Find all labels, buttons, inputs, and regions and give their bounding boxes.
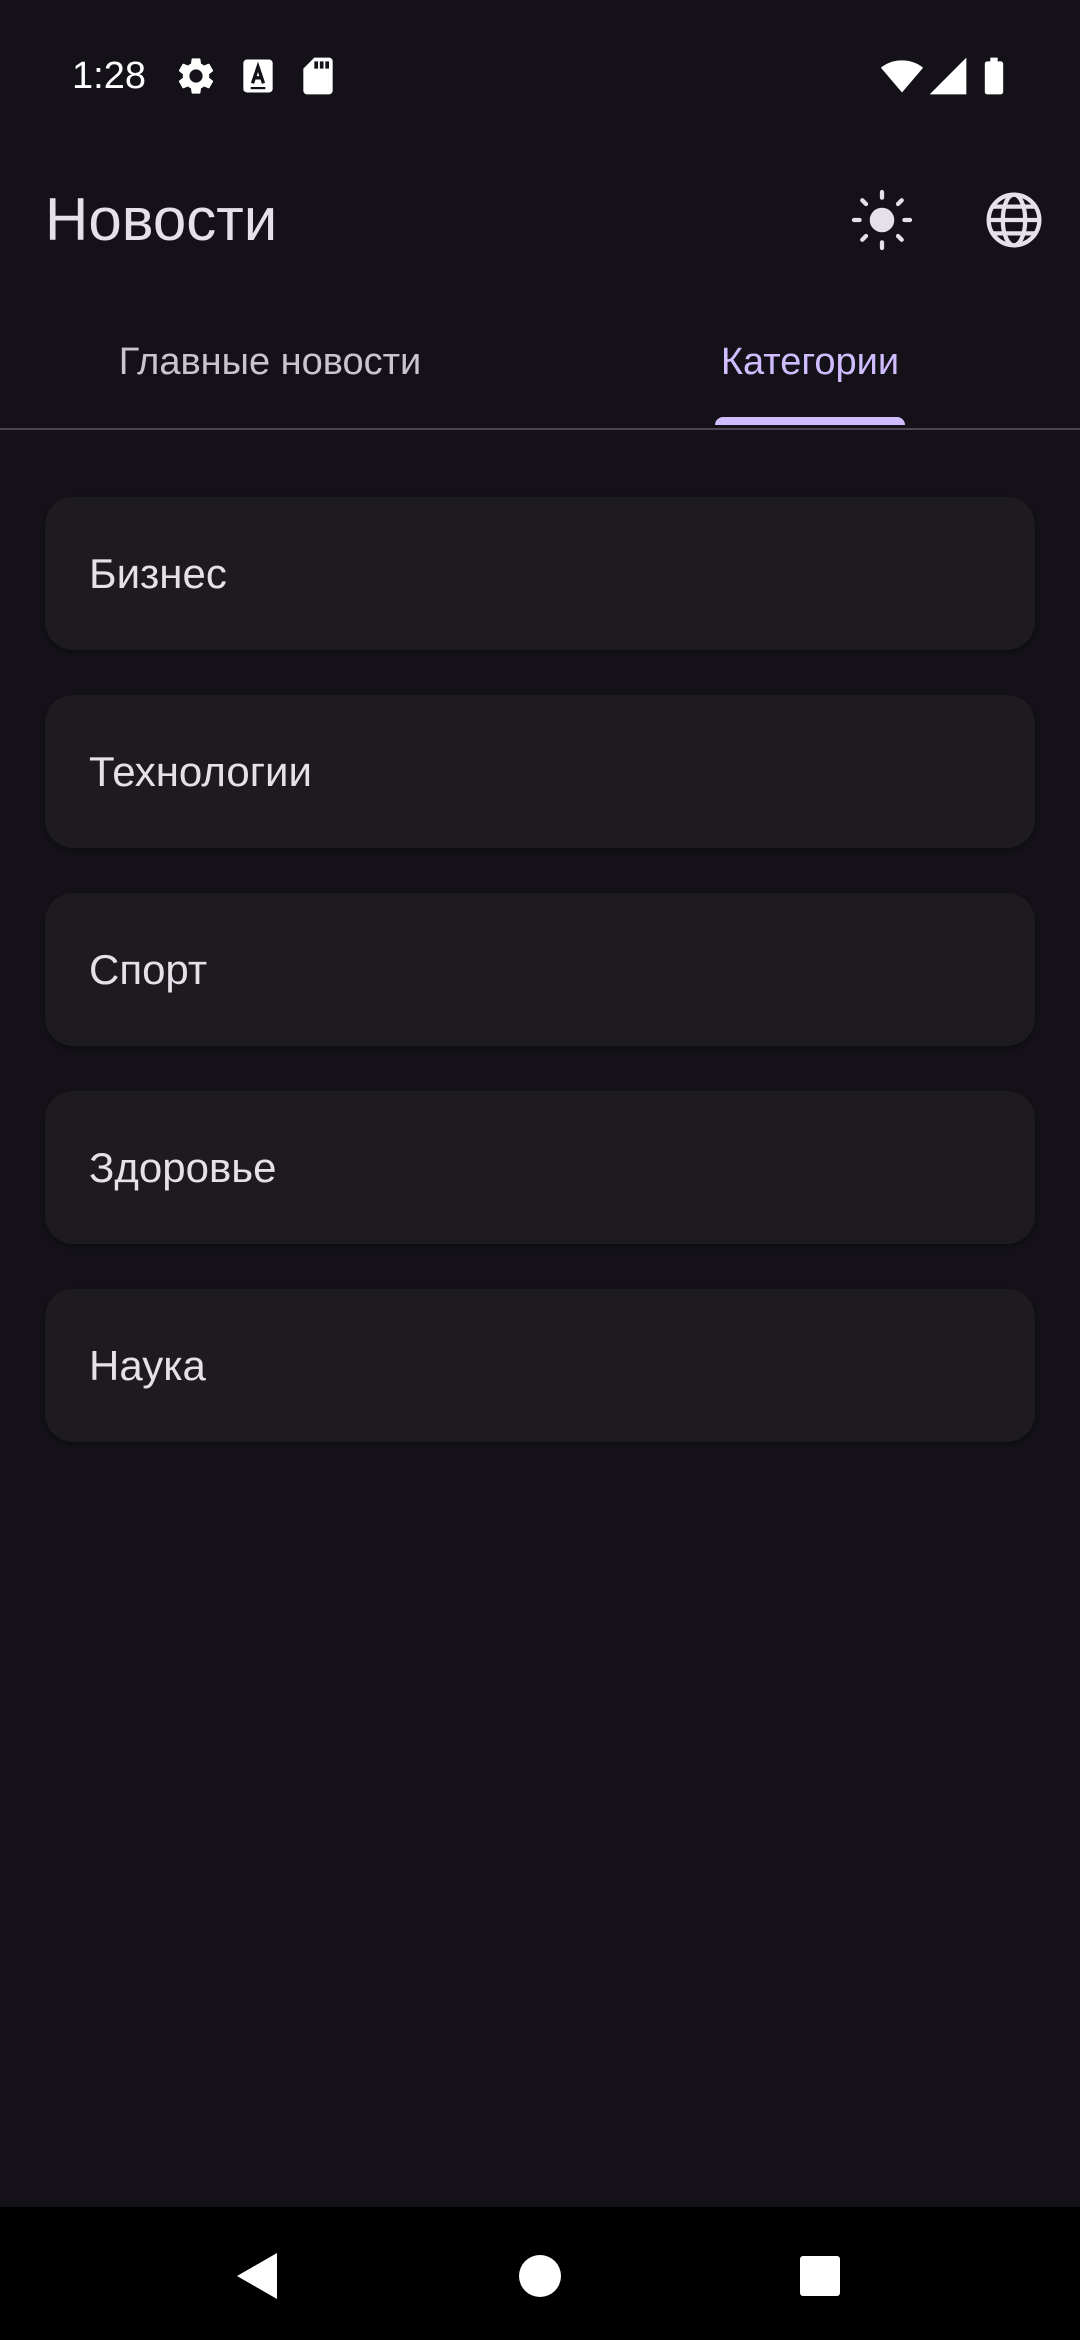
tab-bar: Главные новости Категории	[0, 300, 1080, 430]
sun-icon	[850, 188, 914, 252]
divider	[0, 428, 1080, 430]
tab-top-news[interactable]: Главные новости	[0, 300, 540, 425]
tab-label: Категории	[720, 341, 900, 383]
screen: 1:28 Новости Главные новости Категории Б…	[0, 0, 1080, 2340]
category-label: Спорт	[89, 945, 208, 993]
globe-icon	[982, 188, 1046, 252]
category-label: Наука	[89, 1341, 206, 1389]
category-list: Бизнес Технологии Спорт Здоровье Наука	[45, 497, 1035, 1487]
back-triangle-icon	[233, 2251, 281, 2301]
system-nav-bar	[0, 2207, 1080, 2340]
status-bar: 1:28	[0, 0, 1080, 150]
battery-icon	[972, 54, 1016, 98]
home-button[interactable]	[495, 2231, 585, 2321]
page-title: Новости	[45, 186, 278, 253]
recents-square-icon	[799, 2255, 841, 2297]
category-item-health[interactable]: Здоровье	[45, 1091, 1035, 1244]
category-label: Технологии	[89, 747, 312, 795]
category-item-science[interactable]: Наука	[45, 1289, 1035, 1442]
wifi-icon	[880, 54, 924, 98]
category-item-business[interactable]: Бизнес	[45, 497, 1035, 650]
category-label: Бизнес	[89, 549, 227, 597]
recents-button[interactable]	[775, 2231, 865, 2321]
signal-icon	[926, 54, 970, 98]
status-time: 1:28	[72, 55, 146, 97]
back-button[interactable]	[212, 2231, 302, 2321]
font-a-icon	[236, 54, 280, 98]
sd-card-icon	[296, 54, 340, 98]
category-item-technology[interactable]: Технологии	[45, 695, 1035, 848]
settings-icon	[174, 54, 218, 98]
category-item-sports[interactable]: Спорт	[45, 893, 1035, 1046]
category-label: Здоровье	[89, 1143, 277, 1191]
home-circle-icon	[518, 2254, 562, 2298]
tab-indicator	[715, 417, 905, 425]
theme-toggle-button[interactable]	[832, 170, 932, 270]
language-button[interactable]	[964, 170, 1064, 270]
tab-label: Главные новости	[118, 341, 422, 383]
tab-categories[interactable]: Категории	[540, 300, 1080, 425]
